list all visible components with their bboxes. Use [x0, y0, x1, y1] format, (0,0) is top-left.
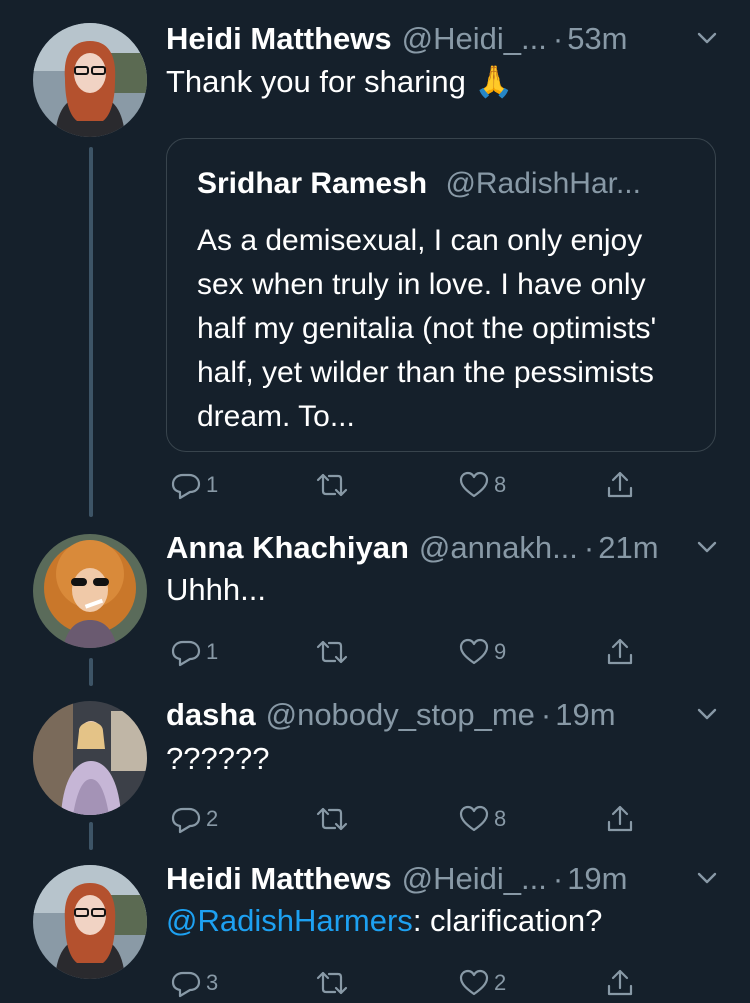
user-handle[interactable]: @nobody_stop_me: [266, 697, 535, 733]
user-handle[interactable]: @Heidi_...: [402, 861, 547, 897]
separator-dot: ·: [540, 697, 552, 732]
reply-icon: [171, 473, 201, 500]
reply-button[interactable]: 2: [170, 799, 218, 839]
share-button[interactable]: [604, 963, 636, 1003]
separator-dot: ·: [583, 530, 595, 565]
reply-icon: [171, 807, 201, 834]
avatar[interactable]: [33, 23, 147, 137]
tweet-text: Uhhh...: [166, 572, 266, 607]
retweet-icon: [316, 807, 348, 831]
user-handle[interactable]: @Heidi_...: [402, 21, 547, 57]
avatar[interactable]: [33, 865, 147, 979]
like-icon: [459, 969, 489, 996]
avatar[interactable]: [33, 701, 147, 815]
reply-count: 1: [206, 639, 219, 664]
tweet-text: Thank you for sharing 🙏: [166, 64, 514, 99]
like-icon: [459, 805, 489, 832]
action-bar: 1 9: [166, 632, 646, 672]
share-button[interactable]: [604, 632, 636, 672]
tweet-text-remainder: : clarification?: [412, 903, 603, 938]
like-icon: [459, 638, 489, 665]
share-button[interactable]: [604, 465, 636, 505]
retweet-icon: [316, 473, 348, 497]
action-bar: 2 8: [166, 799, 646, 839]
reply-button[interactable]: 1: [170, 632, 218, 672]
reply-icon: [171, 640, 201, 667]
reply-count: 1: [206, 472, 219, 497]
like-button[interactable]: 8: [458, 465, 506, 505]
timestamp[interactable]: 19m: [567, 861, 627, 897]
share-icon: [607, 638, 633, 665]
action-bar: 3 2: [166, 963, 646, 1003]
share-icon: [607, 805, 633, 832]
tweet-text: ??????: [166, 741, 270, 776]
reply-button[interactable]: 3: [170, 963, 218, 1003]
quote-text: As a demisexual, I can only enjoy sex wh…: [197, 224, 657, 433]
quote-user-handle: @RadishHar...: [445, 167, 641, 200]
like-button[interactable]: 9: [458, 632, 506, 672]
timestamp[interactable]: 21m: [598, 530, 658, 566]
reply-icon: [171, 971, 201, 998]
display-name[interactable]: Heidi Matthews: [166, 861, 392, 897]
action-bar: 1 8: [166, 465, 646, 505]
tweet-header: Heidi Matthews @Heidi_... · 53m: [166, 17, 628, 61]
like-button[interactable]: 2: [458, 963, 506, 1003]
like-count: 2: [494, 970, 507, 995]
retweet-icon: [316, 971, 348, 995]
tweet[interactable]: Heidi Matthews @Heidi_... · 19m @RadishH…: [0, 857, 750, 998]
quote-display-name: Sridhar Ramesh: [197, 167, 428, 200]
quote-header: Sridhar Ramesh @RadishHar...: [197, 167, 641, 201]
user-handle[interactable]: @annakh...: [419, 530, 578, 566]
reply-button[interactable]: 1: [170, 465, 218, 505]
timestamp[interactable]: 53m: [567, 21, 627, 57]
share-button[interactable]: [604, 799, 636, 839]
like-icon: [459, 471, 489, 498]
separator-dot: ·: [552, 861, 564, 896]
reply-count: 2: [206, 806, 219, 831]
tweet-header: Anna Khachiyan @annakh... · 21m: [166, 526, 659, 570]
mention-link[interactable]: @RadishHarmers: [166, 903, 413, 938]
share-icon: [607, 969, 633, 996]
chevron-down-icon[interactable]: [696, 867, 718, 889]
avatar[interactable]: [33, 534, 147, 648]
like-count: 9: [494, 639, 507, 664]
timestamp[interactable]: 19m: [555, 697, 615, 733]
retweet-button[interactable]: [314, 799, 350, 839]
tweet-text: @RadishHarmers: clarification?: [166, 903, 602, 939]
display-name[interactable]: dasha: [166, 697, 256, 733]
separator-dot: ·: [552, 21, 564, 56]
quoted-tweet[interactable]: Sridhar Ramesh @RadishHar... As a demise…: [166, 138, 716, 452]
retweet-icon: [316, 640, 348, 664]
chevron-down-icon[interactable]: [696, 536, 718, 558]
tweet[interactable]: Anna Khachiyan @annakh... · 21m Uhhh... …: [0, 526, 750, 676]
tweet[interactable]: dasha @nobody_stop_me · 19m ?????? 2 8: [0, 693, 750, 843]
share-icon: [607, 471, 633, 498]
like-count: 8: [494, 806, 507, 831]
retweet-button[interactable]: [314, 963, 350, 1003]
tweet[interactable]: Heidi Matthews @Heidi_... · 53m Thank yo…: [0, 17, 750, 517]
tweet-header: Heidi Matthews @Heidi_... · 19m: [166, 857, 628, 901]
reply-count: 3: [206, 970, 219, 995]
retweet-button[interactable]: [314, 465, 350, 505]
chevron-down-icon[interactable]: [696, 27, 718, 49]
display-name[interactable]: Anna Khachiyan: [166, 530, 409, 566]
like-button[interactable]: 8: [458, 799, 506, 839]
like-count: 8: [494, 472, 507, 497]
display-name[interactable]: Heidi Matthews: [166, 21, 392, 57]
tweet-header: dasha @nobody_stop_me · 19m: [166, 693, 616, 737]
chevron-down-icon[interactable]: [696, 703, 718, 725]
retweet-button[interactable]: [314, 632, 350, 672]
